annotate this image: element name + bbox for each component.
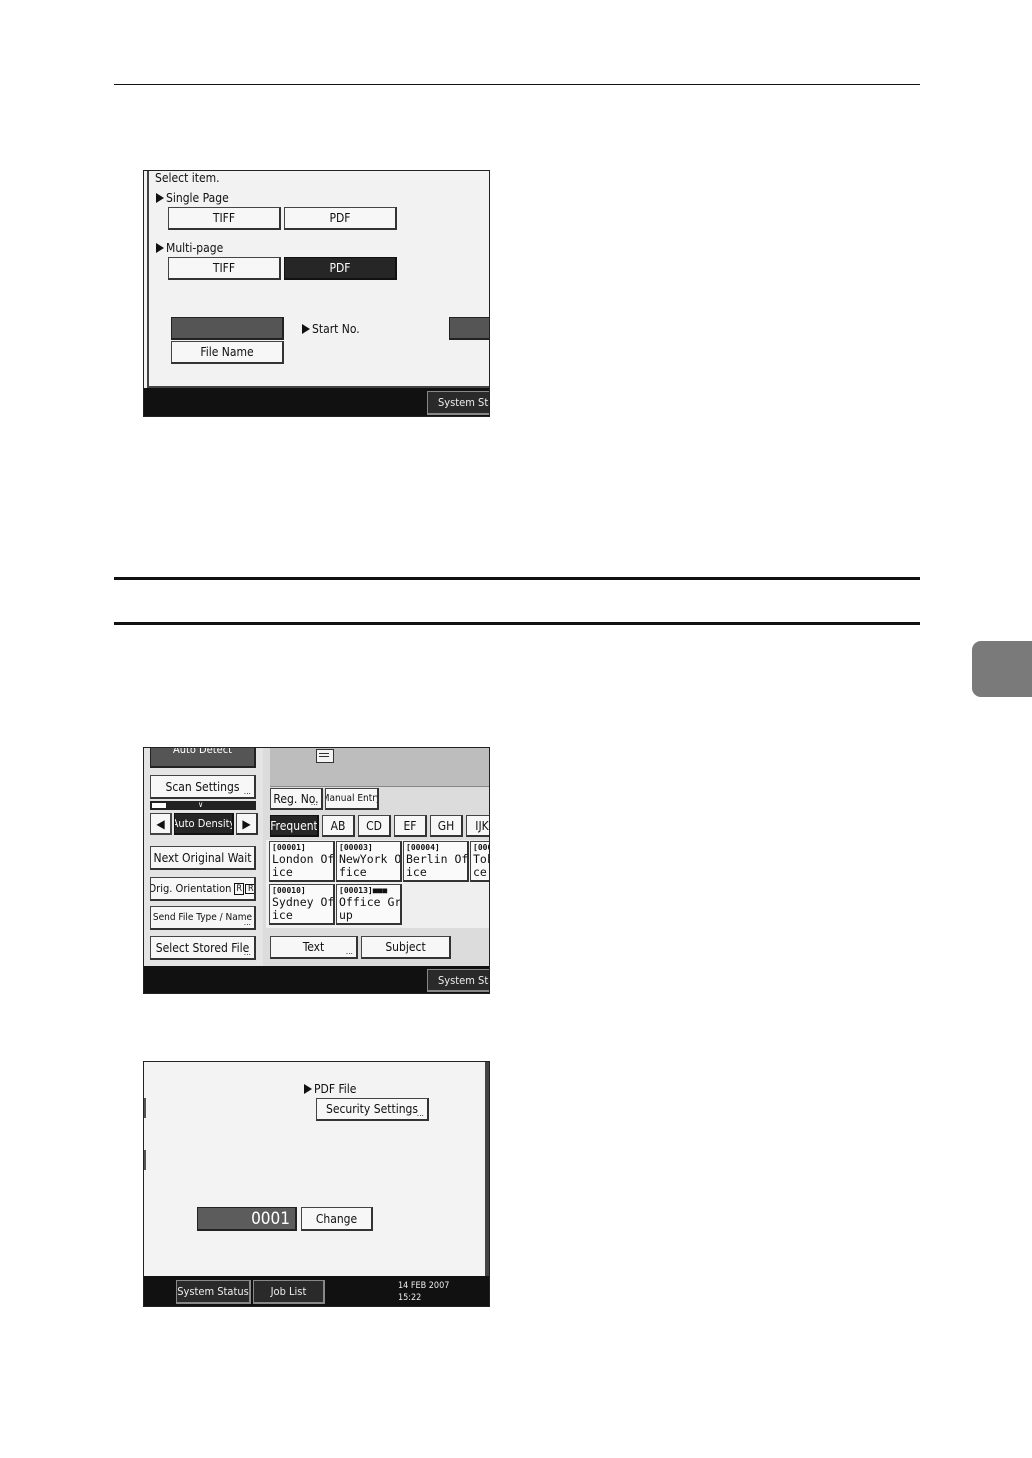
orientation-rotated-icon: R [245, 883, 254, 894]
left-edge-mark [144, 1098, 146, 1118]
select-stored-file-button[interactable]: Select Stored File… [150, 936, 256, 960]
single-page-text: Single Page [166, 191, 229, 205]
send-file-type-name-text: Send File Type / Name [152, 912, 253, 923]
select-item-prompt: Select item. [155, 171, 220, 185]
destination-name-line2: up [339, 908, 353, 922]
document-icon [316, 749, 334, 763]
section-rule-bottom [114, 622, 920, 625]
density-right-arrow[interactable]: ▶ [236, 813, 258, 835]
left-edge-mark [144, 1150, 146, 1170]
multi-page-text: Multi-page [166, 241, 224, 255]
tab-ab[interactable]: AB [322, 815, 355, 837]
triangle-right-icon [156, 193, 164, 203]
system-status-button[interactable]: System Statu [427, 969, 489, 992]
density-scale-fill [152, 803, 166, 808]
select-stored-file-text: Select Stored File [155, 940, 250, 955]
chapter-thumb-tab [972, 641, 1032, 697]
triangle-right-icon [302, 324, 310, 334]
destination-name-line2: ice [272, 865, 293, 879]
arrow-left-icon: ◀ [156, 816, 165, 831]
tab-frequent[interactable]: Frequent [270, 815, 319, 837]
manual-entry-button[interactable]: Manual Entry [325, 788, 379, 810]
destination-office-group[interactable]: [00013]■■■ Office Gro up [336, 884, 402, 925]
multi-page-label: Multi-page [156, 241, 223, 255]
destination-london-office[interactable]: [00001] London Off ice [269, 841, 335, 882]
file-name-button[interactable]: File Name [171, 341, 284, 364]
start-number-display: 0001 [197, 1207, 297, 1231]
scan-settings-text: Scan Settings [165, 779, 240, 794]
triangle-right-icon [156, 243, 164, 253]
reg-no-button[interactable]: Reg. No.… [270, 788, 323, 810]
section-rule-top [114, 577, 920, 580]
tab-gh[interactable]: GH [430, 815, 463, 837]
security-settings-button[interactable]: Security Settings… [316, 1098, 429, 1121]
send-file-type-name-button[interactable]: Send File Type / Name… [150, 906, 256, 930]
system-status-button[interactable]: System Statu [427, 391, 489, 415]
multi-page-tiff-button[interactable]: TIFF [168, 257, 281, 280]
destination-sydney-office[interactable]: [00010] Sydney Off ice [269, 884, 335, 925]
auto-detect-button[interactable]: Auto Detect [150, 748, 256, 768]
more-dots-icon: … [243, 918, 251, 927]
text-button[interactable]: Text … [270, 936, 358, 959]
more-dots-icon: … [310, 798, 318, 807]
screenshot-scanner-main: Auto Detect Scan Settings… ∨ ◀ Auto Dens… [143, 747, 490, 994]
screenshot-pdf-file-settings: PDF File Security Settings… 0001 Change … [143, 1061, 490, 1307]
triangle-right-icon [304, 1084, 312, 1094]
date-display: 14 FEB 2007 [398, 1281, 450, 1291]
single-page-tiff-button[interactable]: TIFF [168, 207, 281, 230]
more-dots-icon: … [416, 1109, 424, 1118]
auto-density-button[interactable]: Auto Density [174, 813, 234, 835]
destination-berlin-office[interactable]: [00004] Berlin Off ice [403, 841, 469, 882]
density-scale: ∨ [150, 801, 256, 810]
single-page-label: Single Page [156, 191, 229, 205]
start-no-label: Start No. [302, 322, 360, 336]
orientation-r-icon: R [234, 882, 245, 895]
arrow-right-icon: ▶ [242, 816, 251, 831]
orig-orientation-text: Orig. Orientation [150, 882, 232, 895]
pdf-file-label: PDF File [304, 1082, 356, 1096]
header-rule [114, 84, 920, 85]
change-button[interactable]: Change [301, 1207, 373, 1231]
pdf-file-text: PDF File [314, 1082, 357, 1096]
destination-name-line2: ice [272, 908, 293, 922]
next-original-wait-button[interactable]: Next Original Wait [150, 846, 256, 870]
more-dots-icon: … [243, 948, 251, 957]
orig-orientation-button[interactable]: Orig. Orientation R R [150, 877, 256, 901]
more-dots-icon: … [243, 787, 251, 796]
start-no-text: Start No. [312, 322, 360, 336]
multi-page-pdf-button[interactable]: PDF [284, 257, 397, 280]
destination-name-line2: fice [339, 865, 367, 879]
destination-name-line2: ce [473, 865, 487, 879]
density-left-arrow[interactable]: ◀ [150, 813, 172, 835]
destination-tokyo-office[interactable]: [000 Tok ce [470, 841, 489, 882]
destination-field [270, 748, 489, 787]
screenshot-file-type-selection: Select item. Single Page TIFF PDF Multi-… [143, 170, 490, 417]
tab-ef[interactable]: EF [394, 815, 427, 837]
destination-code: [00013] [339, 886, 373, 895]
scroll-edge [485, 1062, 489, 1277]
system-status-button[interactable]: System Status [176, 1280, 251, 1304]
destination-name-line2: ice [406, 865, 427, 879]
tab-ijk[interactable]: IJK [466, 815, 489, 837]
scan-settings-button[interactable]: Scan Settings… [150, 775, 256, 799]
group-icon: ■■■ [372, 886, 388, 895]
file-name-display [171, 317, 284, 340]
destination-newyork-office[interactable]: [00003] NewYork Of fice [336, 841, 402, 882]
time-display: 15:22 [398, 1293, 422, 1303]
security-settings-text: Security Settings [325, 1102, 419, 1116]
job-list-button[interactable]: Job List [253, 1280, 325, 1304]
more-dots-icon: … [345, 947, 353, 956]
subject-button[interactable]: Subject [361, 936, 451, 959]
text-button-label: Text [302, 940, 325, 954]
single-page-pdf-button[interactable]: PDF [284, 207, 397, 230]
tab-cd[interactable]: CD [358, 815, 391, 837]
chevron-down-icon: ∨ [198, 800, 204, 809]
start-no-display [449, 317, 489, 340]
